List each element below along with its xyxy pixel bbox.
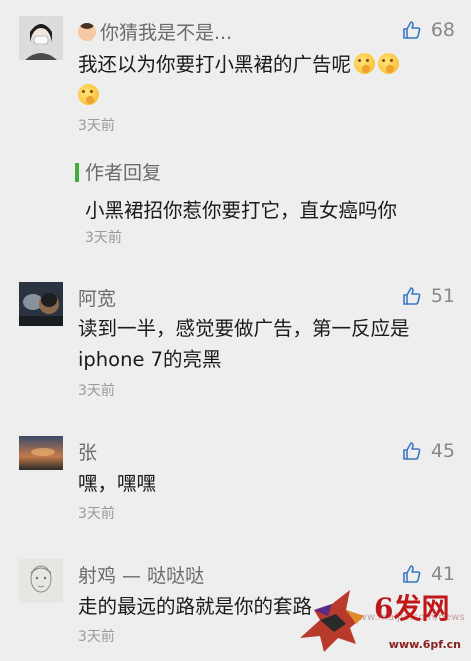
comment-text-line: iphone 7的亮黑 [78, 348, 222, 371]
username[interactable]: 张 [78, 438, 97, 465]
comment-text: 读到一半，感觉要做广告，第一反应是 iphone 7的亮黑 [78, 313, 451, 375]
comment-text-body: 我还以为你要打小黑裙的广告呢 [78, 53, 352, 76]
username[interactable]: 你猜我是不是... [78, 18, 232, 45]
reply-accent-bar [75, 163, 79, 182]
avatar[interactable] [19, 16, 63, 60]
comment-time: 3天前 [78, 383, 115, 399]
comment-text: 嘿，嘿嘿 [78, 472, 157, 495]
thumbs-up-icon [403, 287, 421, 305]
like-count: 51 [430, 285, 455, 307]
author-reply: 作者回复 小黑裙招你惹你要打它，直女癌吗你 3天前 [75, 157, 455, 249]
thumbs-up-icon [403, 442, 421, 460]
comment-time: 3天前 [78, 118, 115, 134]
thinking-emoji-icon [78, 84, 99, 105]
comment-text-line: 读到一半，感觉要做广告，第一反应是 [78, 317, 410, 340]
like-button[interactable]: 68 [402, 19, 455, 41]
reply-time: 3天前 [85, 230, 122, 246]
like-count: 68 [430, 19, 455, 41]
thumbs-up-icon [403, 21, 421, 39]
username[interactable]: 阿宽 [78, 284, 116, 311]
avatar[interactable] [19, 436, 63, 470]
woman-emoji-icon [78, 23, 96, 41]
like-button[interactable]: 51 [402, 285, 455, 307]
thinking-emoji-icon [354, 53, 376, 74]
reply-text: 小黑裙招你惹你要打它，直女癌吗你 [85, 199, 398, 222]
comment-time: 3天前 [78, 506, 115, 522]
username[interactable]: 射鸡 — 哒哒哒 [78, 561, 204, 588]
comment-text: 我还以为你要打小黑裙的广告呢 [78, 49, 451, 111]
like-button[interactable]: 45 [402, 440, 455, 462]
comment-time: 3天前 [78, 629, 115, 645]
watermark-site: www.6pf.cn [388, 638, 461, 651]
reply-label: 作者回复 [85, 162, 162, 184]
avatar[interactable] [19, 282, 63, 326]
username-text: 你猜我是不是... [100, 22, 233, 44]
thinking-emoji-icon [378, 53, 400, 74]
watermark-logo-text: 6发网 [374, 592, 449, 625]
avatar[interactable] [19, 559, 63, 603]
like-count: 45 [430, 440, 455, 462]
